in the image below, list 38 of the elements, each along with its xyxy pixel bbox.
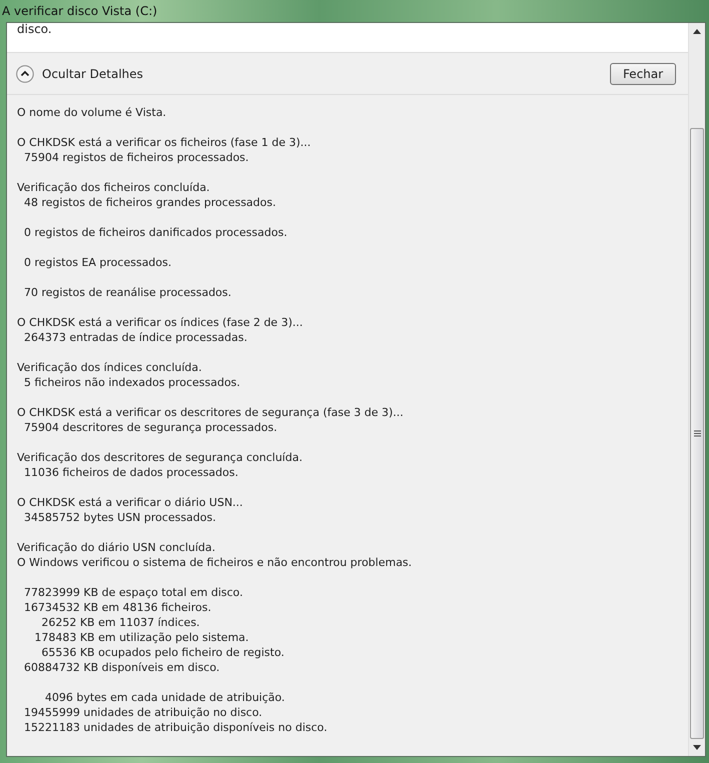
detail-line: 264373 entradas de índice processadas.: [22, 330, 248, 345]
detail-line: Verificação do diário USN concluída.: [17, 540, 216, 555]
detail-line: O Windows verificou o sistema de ficheiros e não encontrou problemas.: [17, 555, 413, 570]
detail-line: 77823999 KB de espaço total em disco.: [22, 585, 244, 600]
detail-line: 4096 bytes em cada unidade de atribuição.: [44, 690, 286, 705]
chevron-icon: [16, 64, 34, 82]
scroll-up-icon[interactable]: [693, 29, 701, 34]
detail-line: 60884732 KB disponíveis em disco.: [22, 660, 221, 675]
scrollbar-thumb[interactable]: [690, 128, 704, 739]
detail-line: 48 registos de ficheiros grandes processados.: [22, 195, 277, 210]
grip-icon: [694, 430, 700, 437]
detail-line: O nome do volume é Vista.: [17, 105, 168, 120]
detail-line: O CHKDSK está a verificar os índices (fase 2 de 3)...: [17, 315, 304, 330]
detail-line: O CHKDSK está a verificar o diário USN...: [17, 495, 244, 510]
details-toggle[interactable]: Ocultar Detalhes: [16, 64, 144, 82]
detail-line: 19455999 unidades de atribuição no disco.: [22, 705, 264, 720]
message-text: disco.: [17, 22, 52, 36]
detail-line: 0 registos EA processados.: [22, 255, 172, 270]
detail-line: Verificação dos índices concluída.: [17, 360, 203, 375]
detail-line: O CHKDSK está a verificar os ficheiros (fase 1 de 3)...: [17, 135, 312, 150]
detail-line: 11036 ficheiros de dados processados.: [22, 465, 240, 480]
detail-line: 65536 KB ocupados pelo ficheiro de registo.: [40, 645, 286, 660]
detail-line: Verificação dos descritores de segurança concluída.: [17, 450, 304, 465]
detail-line: 16734532 KB em 48136 ficheiros.: [22, 600, 212, 615]
detail-line: 34585752 bytes USN processados.: [22, 510, 217, 525]
detail-line: 75904 descritores de segurança processados.: [22, 420, 278, 435]
detail-line: Verificação dos ficheiros concluída.: [17, 180, 211, 195]
detail-line: 75904 registos de ficheiros processados.: [22, 150, 250, 165]
detail-line: 26252 KB em 11037 índices.: [40, 615, 201, 630]
detail-line: 178483 KB em utilização pelo sistema.: [33, 630, 250, 645]
detail-line: O CHKDSK está a verificar os descritores de segurança (fase 3 de 3)...: [17, 405, 404, 420]
detail-line: 0 registos de ficheiros danificados processados.: [22, 225, 288, 240]
close-button[interactable]: Fechar: [610, 62, 676, 84]
window-title: A verificar disco Vista (C:): [2, 4, 158, 18]
scroll-down-icon[interactable]: [693, 745, 701, 750]
detail-line: 15221183 unidades de atribuição disponíveis no disco.: [22, 720, 328, 735]
detail-line: 70 registos de reanálise processados.: [22, 285, 232, 300]
detail-line: 5 ficheiros não indexados processados.: [22, 375, 242, 390]
